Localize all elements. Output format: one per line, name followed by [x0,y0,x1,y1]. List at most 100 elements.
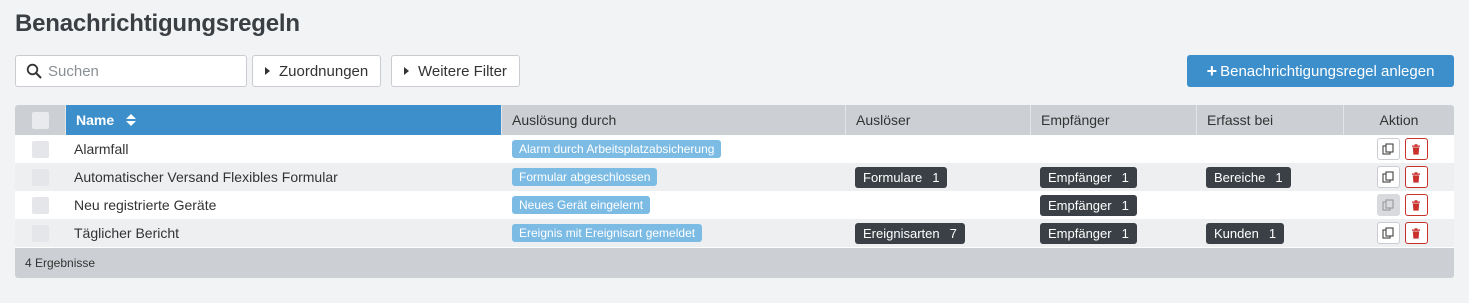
tag-count: 1 [1275,169,1283,185]
trash-icon [1412,171,1420,183]
tag-count: 7 [949,225,957,241]
trigger-pill: Ereignis mit Ereignisart gemeldet [512,224,703,242]
tag-label: Empfänger [1048,225,1112,241]
plus-icon: + [1206,61,1218,81]
trash-icon [1412,143,1420,155]
column-header-aktion: Aktion [1344,105,1454,135]
ausloeser-cell [846,135,1031,163]
column-header-erfasst: Erfasst bei [1197,105,1344,135]
copy-icon [1382,199,1394,211]
toolbar: Zuordnungen Weitere Filter + Benachricht… [15,55,1454,87]
empfaenger-tag[interactable]: Empfänger 1 [1040,222,1137,244]
rules-table: Name Auslösung durch Auslöser Empfänger … [15,105,1454,278]
row-actions [1344,163,1454,191]
empfaenger-tag[interactable]: Empfänger 1 [1040,166,1137,188]
tag-label: Empfänger [1048,169,1112,185]
create-rule-button[interactable]: + Benachrichtigungsregel anlegen [1187,55,1454,87]
row-checkbox[interactable] [32,196,49,214]
row-actions [1344,135,1454,163]
table-row[interactable]: Automatischer Versand Flexibles Formular… [15,163,1454,191]
empfaenger-cell: Empfänger 1 [1031,219,1197,247]
copy-button[interactable] [1376,138,1400,160]
zuordnungen-filter-button[interactable]: Zuordnungen [252,55,382,87]
empfaenger-cell: Empfänger 1 [1031,191,1197,219]
copy-button[interactable] [1376,194,1400,216]
tag-label: Empfänger [1048,197,1112,213]
copy-icon [1382,143,1394,155]
rule-name[interactable]: Alarmfall [66,135,502,163]
row-checkbox[interactable] [32,140,49,158]
sort-icon[interactable] [126,114,137,126]
column-header-name-label: Name [76,112,115,128]
copy-button[interactable] [1376,222,1400,244]
column-header-empfaenger-label: Empfänger [1041,112,1110,128]
column-header-ausloeser: Auslöser [846,105,1031,135]
search-box[interactable] [15,55,247,87]
ausloeser-tag[interactable]: Ereignisarten 7 [855,222,965,244]
column-header-empfaenger: Empfänger [1031,105,1197,135]
erfasst-cell [1197,135,1344,163]
column-header-aktion-label: Aktion [1379,112,1419,128]
trigger-pill: Formular abgeschlossen [512,168,658,186]
page-title: Benachrichtigungsregeln [15,10,300,37]
rule-name[interactable]: Automatischer Versand Flexibles Formular [66,163,502,191]
zuordnungen-filter-label: Zuordnungen [279,62,369,80]
tag-count: 1 [1121,169,1129,185]
weitere-filter-button[interactable]: Weitere Filter [391,55,520,87]
column-header-ausloeser-label: Auslöser [856,112,911,128]
tag-label: Bereiche [1214,169,1266,185]
trash-icon [1412,227,1420,239]
search-icon [26,63,42,79]
row-actions [1344,219,1454,247]
caret-right-icon [404,67,409,75]
empfaenger-tag[interactable]: Empfänger 1 [1040,194,1137,216]
row-actions [1344,191,1454,219]
erfasst-tag[interactable]: Bereiche 1 [1206,166,1291,188]
tag-label: Kunden [1214,225,1259,241]
delete-button[interactable] [1404,166,1428,188]
ausloeser-cell: Ereignisarten 7 [846,219,1031,247]
create-rule-label: Benachrichtigungsregel anlegen [1220,62,1435,80]
column-header-trigger-label: Auslösung durch [512,112,617,128]
trigger-pill: Alarm durch Arbeitsplatzabsicherung [512,140,722,158]
trash-icon [1412,199,1420,211]
select-all-checkbox[interactable] [31,111,49,129]
copy-icon [1382,171,1394,183]
delete-button[interactable] [1404,222,1428,244]
delete-button[interactable] [1404,194,1428,216]
column-header-trigger: Auslösung durch [502,105,846,135]
table-row[interactable]: Neu registrierte Geräte Neues Gerät eing… [15,191,1454,219]
weitere-filter-label: Weitere Filter [418,62,507,80]
column-header-erfasst-label: Erfasst bei [1207,112,1274,128]
ausloeser-cell [846,191,1031,219]
tag-count: 1 [1121,197,1129,213]
search-input[interactable] [48,62,238,80]
tag-label: Formulare [863,169,923,185]
tag-count: 1 [1121,225,1129,241]
select-all-cell [15,105,66,135]
tag-count: 1 [932,169,940,185]
result-count: 4 Ergebnisse [25,256,96,270]
erfasst-cell: Bereiche 1 [1197,163,1344,191]
table-row[interactable]: Alarmfall Alarm durch Arbeitsplatzabsich… [15,135,1454,163]
ausloeser-tag[interactable]: Formulare 1 [855,166,948,188]
tag-count: 1 [1268,225,1277,241]
rule-name[interactable]: Täglicher Bericht [66,219,502,247]
erfasst-cell: Kunden 1 [1197,219,1344,247]
empfaenger-cell [1031,135,1197,163]
copy-button[interactable] [1376,166,1400,188]
table-header: Name Auslösung durch Auslöser Empfänger … [15,105,1454,135]
table-row[interactable]: Täglicher Bericht Ereignis mit Ereignisa… [15,219,1454,247]
ausloeser-cell: Formulare 1 [846,163,1031,191]
erfasst-cell [1197,191,1344,219]
copy-icon [1382,227,1394,239]
erfasst-tag[interactable]: Kunden 1 [1206,222,1285,244]
table-footer: 4 Ergebnisse [15,248,1454,278]
column-header-name[interactable]: Name [66,105,502,135]
tag-label: Ereignisarten [863,225,940,241]
row-checkbox[interactable] [32,224,49,242]
trigger-pill: Neues Gerät eingelernt [512,196,651,214]
delete-button[interactable] [1404,138,1428,160]
row-checkbox[interactable] [32,168,49,186]
rule-name[interactable]: Neu registrierte Geräte [66,191,502,219]
